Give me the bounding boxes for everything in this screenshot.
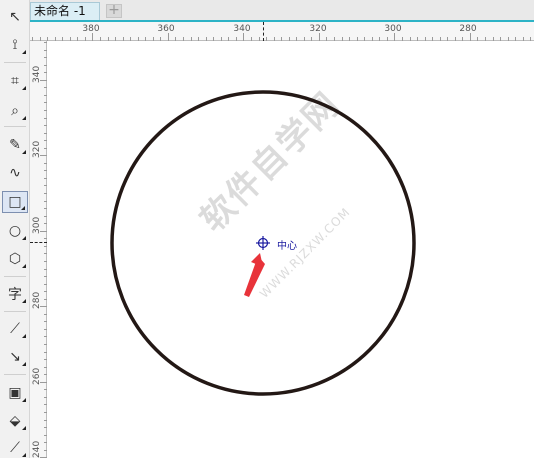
eyedropper-tool-icon: ⟋ xyxy=(10,440,20,456)
flyout-indicator-icon xyxy=(22,334,26,338)
ruler-tick xyxy=(92,33,94,41)
rectangle-tool-icon: □ xyxy=(8,194,22,210)
freehand-tool-icon: ✎ xyxy=(9,137,21,153)
ruler-tick xyxy=(394,33,396,41)
ruler-tick xyxy=(167,33,169,41)
ruler-tick xyxy=(40,306,47,308)
polygon-tool-icon: ⬡ xyxy=(8,251,22,267)
horizontal-ruler[interactable]: 380 360 340 320 300 280 xyxy=(30,22,534,41)
pick-tool-icon: ↖ xyxy=(9,9,21,25)
toolbox-divider xyxy=(4,276,26,277)
flyout-indicator-icon xyxy=(22,236,26,240)
drawing-canvas[interactable]: 软件自学网 WWW.RJZXW.COM 中心 xyxy=(47,41,534,458)
ruler-tick xyxy=(40,230,47,232)
ruler-tick xyxy=(40,381,47,383)
flyout-indicator-icon xyxy=(22,116,26,120)
text-tool[interactable]: 字 xyxy=(2,283,28,305)
connector-tool-icon: ↘ xyxy=(9,349,21,365)
flyout-indicator-icon xyxy=(22,362,26,366)
cursor-position-guide xyxy=(263,22,264,41)
ruler-tick xyxy=(469,33,471,41)
ruler-label: 300 xyxy=(32,216,42,234)
polygon-tool[interactable]: ⬡ xyxy=(2,248,28,270)
flyout-indicator-icon xyxy=(21,206,25,210)
connector-tool[interactable]: ↘ xyxy=(2,346,28,368)
freehand-tool[interactable]: ✎ xyxy=(2,134,28,156)
fill-tool[interactable]: ⬙ xyxy=(2,410,28,432)
dimension-tool-icon: ⟋ xyxy=(10,321,20,337)
dimension-tool[interactable]: ⟋ xyxy=(2,318,28,340)
eyedropper-tool[interactable]: ⟋ xyxy=(2,437,28,459)
ellipse-tool-icon: ○ xyxy=(8,223,22,239)
ruler-tick xyxy=(243,33,245,41)
toolbox: ↖ ⟟ ⌗ ⌕ ✎ ∿ □ ○ ⬡ 字 ⟋ ↘ ▣ ⬙ ⟋ xyxy=(0,0,30,458)
zoom-tool-icon: ⌕ xyxy=(11,103,19,119)
fill-tool-icon: ⬙ xyxy=(9,413,21,429)
ruler-label: 340 xyxy=(233,24,251,34)
flyout-indicator-icon xyxy=(22,264,26,268)
drop-shadow-tool[interactable]: ▣ xyxy=(2,382,28,404)
ruler-label: 360 xyxy=(157,24,175,34)
pick-tool[interactable]: ↖ xyxy=(2,6,28,28)
new-tab-button[interactable]: + xyxy=(106,3,122,18)
flyout-indicator-icon xyxy=(22,299,26,303)
ruler-label: 240 xyxy=(32,440,42,458)
vertical-ruler[interactable]: 340 320 300 280 260 240 xyxy=(30,41,47,459)
toolbox-divider xyxy=(4,126,26,127)
document-tab[interactable]: 未命名 -1 xyxy=(30,2,100,20)
crop-tool-icon: ⌗ xyxy=(11,73,19,89)
flyout-indicator-icon xyxy=(22,50,26,54)
center-label: 中心 xyxy=(277,241,297,252)
drop-shadow-tool-icon: ▣ xyxy=(8,385,22,401)
center-marker-icon xyxy=(256,236,270,250)
ruler-label: 340 xyxy=(32,65,42,83)
flyout-indicator-icon xyxy=(22,426,26,430)
flyout-indicator-icon xyxy=(22,150,26,154)
rectangle-tool[interactable]: □ xyxy=(2,191,28,213)
ruler-label: 260 xyxy=(32,367,42,385)
artistic-media-icon: ∿ xyxy=(9,165,21,181)
toolbox-divider xyxy=(4,374,26,375)
shape-tool-icon: ⟟ xyxy=(12,37,18,53)
ruler-label: 280 xyxy=(459,24,477,34)
toolbox-divider xyxy=(4,62,26,63)
flyout-indicator-icon xyxy=(22,398,26,402)
zoom-tool[interactable]: ⌕ xyxy=(2,100,28,122)
flyout-indicator-icon xyxy=(22,453,26,457)
document-tab-strip: 未命名 -1 + xyxy=(30,0,534,22)
ruler-tick xyxy=(40,79,47,81)
cursor-position-guide xyxy=(30,242,47,243)
ruler-tick xyxy=(318,33,320,41)
flyout-indicator-icon xyxy=(22,86,26,90)
toolbox-divider xyxy=(4,311,26,312)
crop-tool[interactable]: ⌗ xyxy=(2,70,28,92)
text-tool-icon: 字 xyxy=(8,287,22,303)
shape-tool[interactable]: ⟟ xyxy=(2,34,28,56)
ruler-label: 380 xyxy=(82,24,100,34)
ruler-label: 300 xyxy=(384,24,402,34)
ruler-tick xyxy=(40,155,47,157)
artistic-media-tool[interactable]: ∿ xyxy=(2,162,28,184)
ellipse-tool[interactable]: ○ xyxy=(2,220,28,242)
